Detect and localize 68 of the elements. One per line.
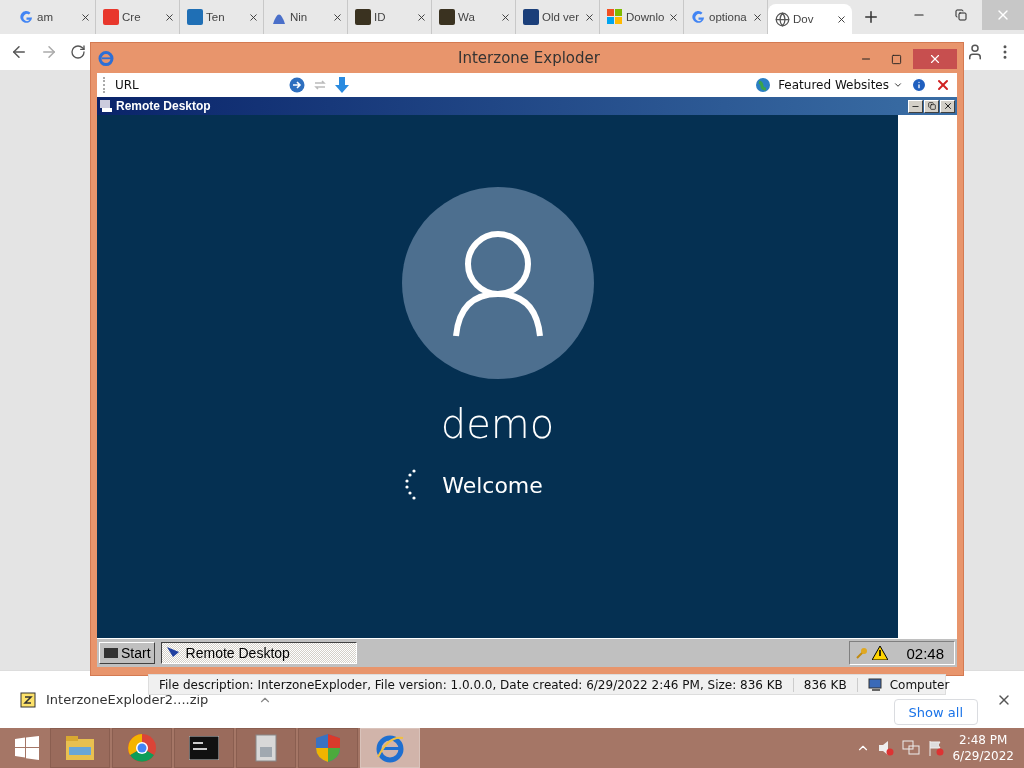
windows-icon	[607, 9, 623, 25]
close-icon[interactable]	[836, 13, 847, 25]
download-file-name[interactable]: InterzoneExploder2....zip	[46, 692, 209, 707]
close-icon[interactable]	[668, 11, 679, 23]
archive-icon	[254, 733, 278, 763]
go-icon[interactable]	[289, 77, 305, 93]
restore-icon	[955, 9, 967, 21]
status-text: Welcome	[442, 472, 543, 498]
close-button[interactable]	[940, 99, 955, 113]
taskbar-app-button[interactable]	[112, 728, 172, 768]
console-icon	[189, 736, 219, 760]
close-icon	[942, 101, 953, 111]
maximize-icon	[890, 53, 902, 65]
featured-websites-menu[interactable]: Featured Websites	[778, 78, 903, 92]
close-icon[interactable]	[416, 11, 427, 23]
close-icon[interactable]	[752, 11, 763, 23]
computer-icon	[99, 100, 113, 112]
minimize-button[interactable]	[908, 99, 923, 113]
file-size: 836 KB	[793, 677, 858, 692]
key-icon	[856, 647, 869, 659]
network-icon[interactable]	[902, 740, 921, 756]
url-label: URL	[115, 78, 140, 92]
restore-button[interactable]	[924, 99, 939, 113]
back-icon[interactable]	[10, 43, 28, 61]
close-icon	[928, 52, 942, 66]
shield-icon	[315, 733, 341, 763]
google-icon	[691, 9, 706, 25]
taskbar-app-button[interactable]	[236, 728, 296, 768]
computer-icon	[867, 677, 884, 692]
profile-icon[interactable]	[966, 43, 984, 61]
start-logo-icon	[103, 646, 119, 660]
globe-icon	[775, 11, 790, 27]
folder-icon	[65, 735, 95, 761]
taskbar-button[interactable]: Remote Desktop	[160, 642, 357, 664]
close-icon[interactable]	[164, 11, 175, 23]
info-icon[interactable]	[911, 77, 927, 93]
globe-icon	[756, 78, 771, 92]
taskbar-app-button[interactable]	[50, 728, 110, 768]
taskbar-app-button[interactable]	[174, 728, 234, 768]
show-all-button[interactable]: Show all	[893, 699, 978, 725]
clock-time: 2:48 PM	[959, 732, 1008, 748]
close-icon[interactable]	[332, 11, 343, 23]
close-icon[interactable]	[248, 11, 259, 23]
close-icon[interactable]	[500, 11, 511, 23]
zone-label: Computer	[889, 677, 950, 692]
ie-icon	[97, 49, 115, 67]
google-icon	[19, 9, 34, 25]
restore-icon	[927, 102, 936, 110]
start-button[interactable]: Start	[99, 642, 155, 664]
download-arrow-icon[interactable]	[335, 77, 349, 93]
reload-icon[interactable]	[70, 44, 86, 60]
clock-date: 6/29/2022	[952, 748, 1014, 764]
flag-icon[interactable]	[928, 740, 945, 756]
browser-tab[interactable]: Dov	[768, 4, 852, 34]
ie-icon	[375, 733, 405, 763]
user-name: demo	[440, 401, 555, 447]
volume-muted-icon[interactable]	[878, 740, 895, 756]
warning-icon	[872, 646, 889, 660]
clock: 02:48	[906, 644, 944, 662]
close-icon[interactable]	[80, 11, 91, 23]
window-title: Interzone Exploder	[457, 49, 601, 67]
close-icon[interactable]	[584, 11, 595, 23]
file-description: File description: InterzoneExploder, File version: 1.0.0.0, Date created: 6/29/2022 2:46 PM, Size: 836 KB	[149, 677, 794, 692]
zip-file-icon	[20, 691, 36, 708]
caret-icon	[893, 80, 903, 90]
remote-desktop-title: Remote Desktop	[116, 99, 211, 113]
chrome-icon	[127, 733, 157, 763]
close-icon[interactable]	[935, 77, 951, 93]
